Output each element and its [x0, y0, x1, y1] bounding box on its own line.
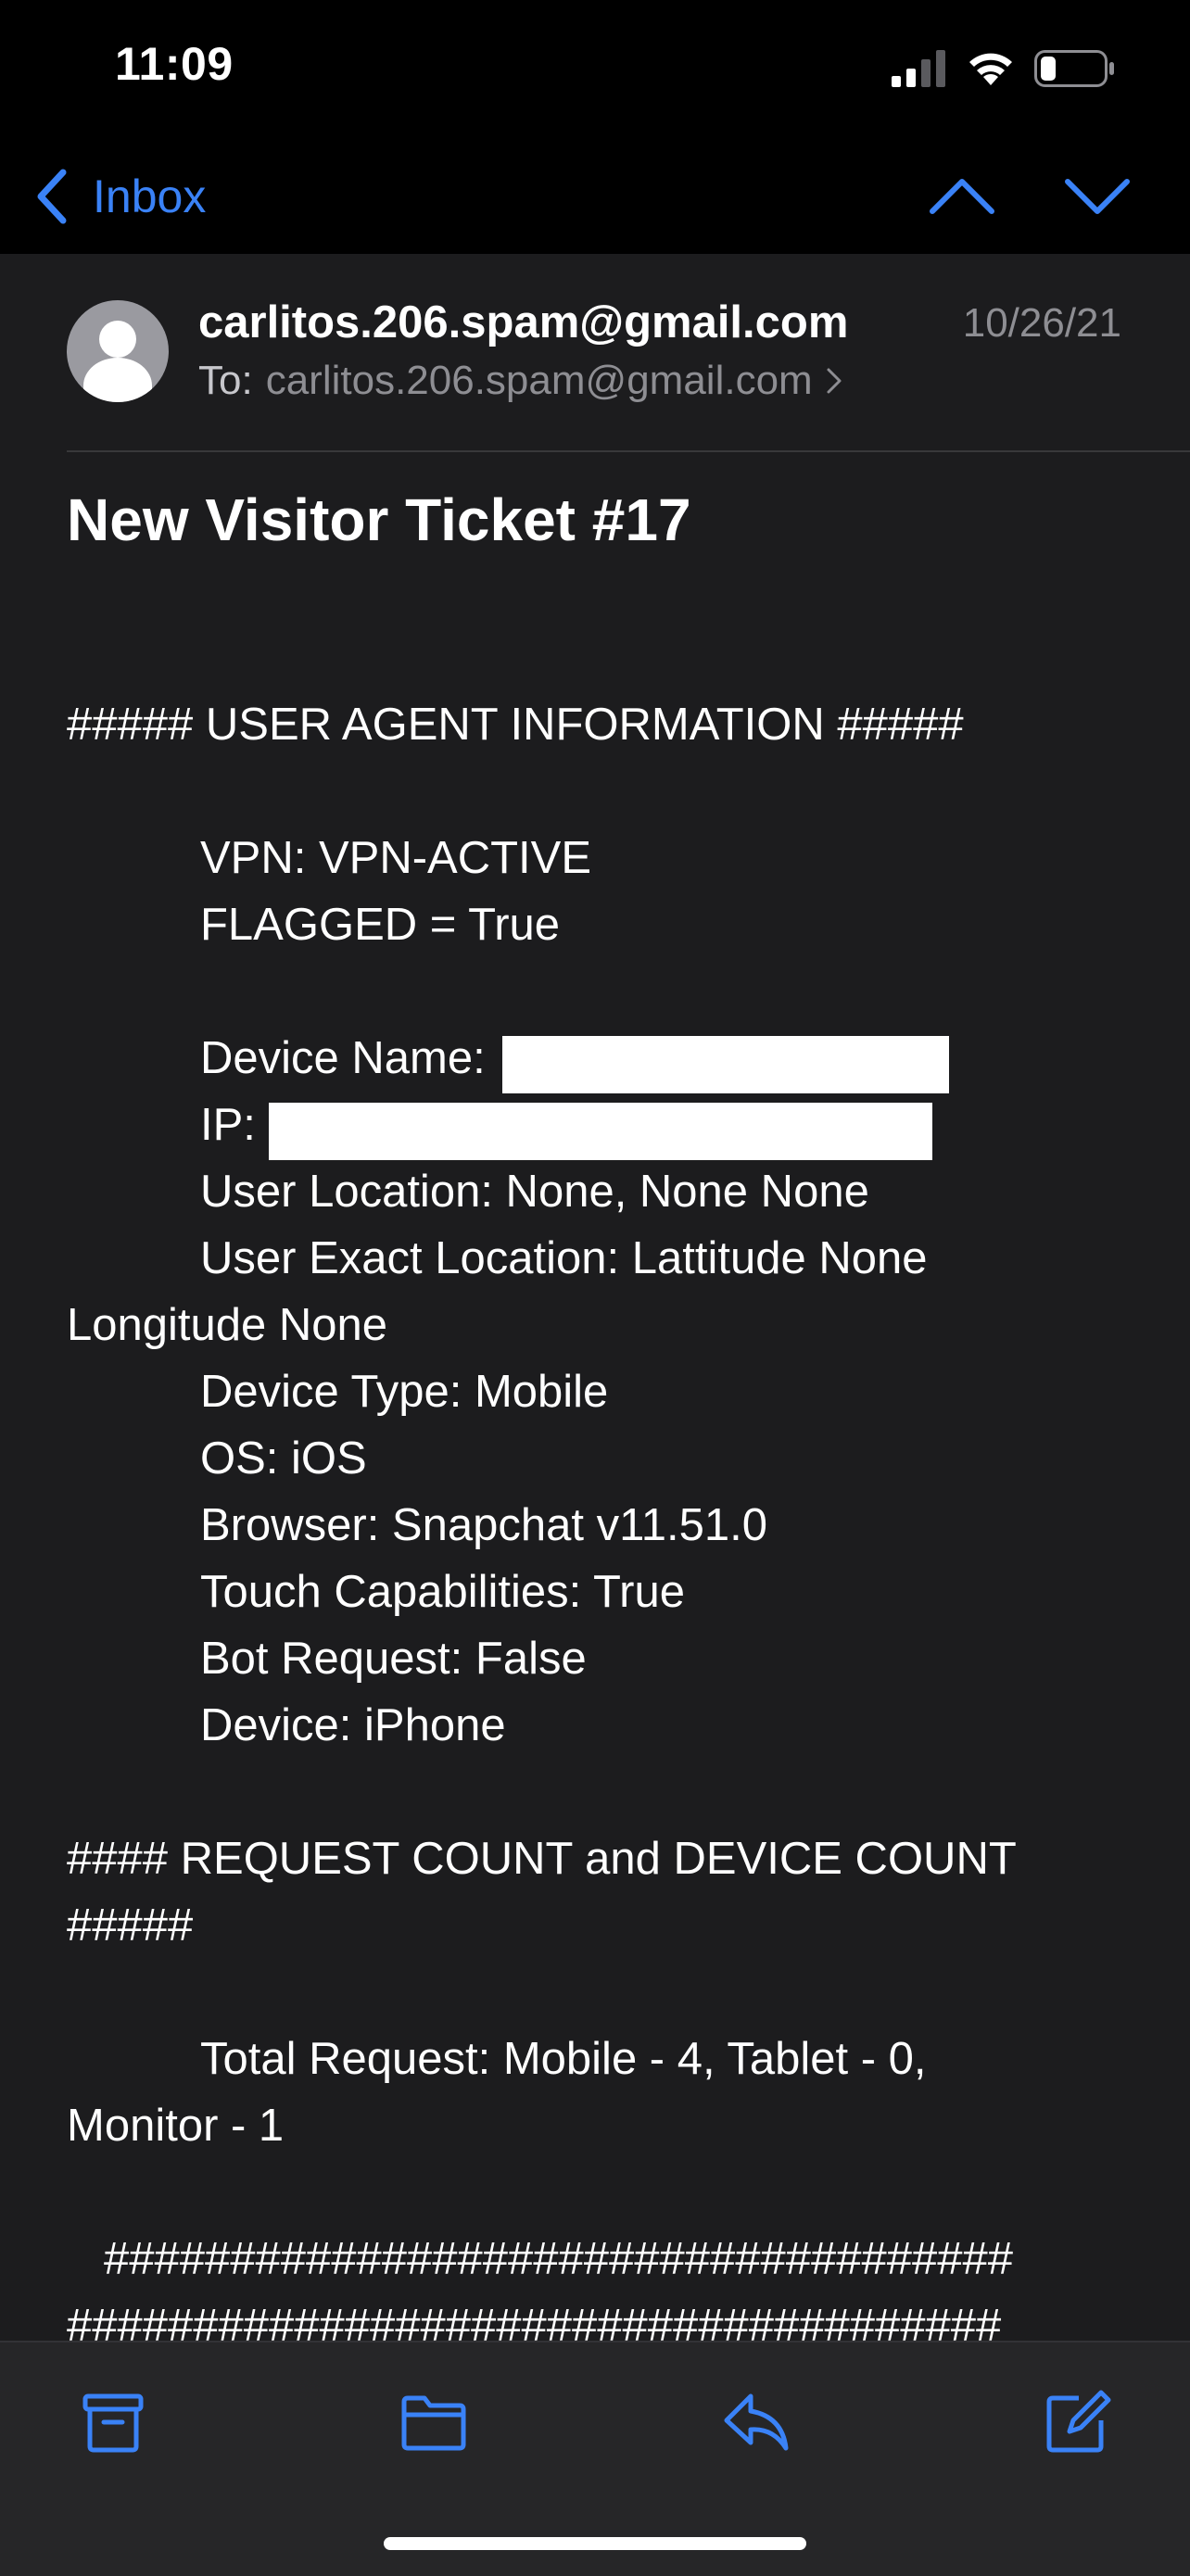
battery-icon: [1034, 50, 1114, 87]
message-subject: New Visitor Ticket #17: [67, 486, 691, 553]
wifi-icon: [969, 53, 1012, 85]
recipients-row[interactable]: To: carlitos.206.spam@gmail.com: [198, 358, 842, 404]
ip-redaction: [269, 1103, 932, 1160]
flagged-line: FLAGGED = True: [200, 900, 561, 950]
exact-location-line: User Exact Location: Lattitude None: [200, 1233, 928, 1283]
archive-icon[interactable]: [78, 2389, 148, 2456]
user-location-line: User Location: None, None None: [200, 1167, 869, 1217]
navigation-bar: Inbox: [0, 133, 1190, 254]
reply-icon[interactable]: [721, 2389, 791, 2456]
recipient-address: carlitos.206.spam@gmail.com: [265, 358, 813, 403]
bot-request-line: Bot Request: False: [200, 1634, 587, 1684]
exact-location-continued: Longitude None: [67, 1300, 388, 1350]
sender-address[interactable]: carlitos.206.spam@gmail.com: [198, 297, 848, 348]
status-icons: [838, 46, 1116, 91]
total-request-line: Total Request: Mobile - 4, Tablet - 0,: [200, 2034, 927, 2084]
status-time: 11:09: [115, 38, 234, 90]
section-heading-request-count: #### REQUEST COUNT and DEVICE COUNT: [67, 1834, 1017, 1884]
device-type-line: Device Type: Mobile: [200, 1367, 609, 1417]
next-message-chevron-down-icon[interactable]: [1062, 169, 1133, 224]
device-name-redaction: [502, 1036, 949, 1093]
browser-line: Browser: Snapchat v11.51.0: [200, 1500, 767, 1550]
header-divider: [67, 450, 1190, 452]
hash-separator-line-1: ####################################: [104, 2234, 1014, 2284]
message-header: carlitos.206.spam@gmail.com 10/26/21 To:…: [0, 254, 1190, 452]
total-request-continued: Monitor - 1: [67, 2101, 285, 2151]
touch-capabilities-line: Touch Capabilities: True: [200, 1567, 685, 1617]
back-label: Inbox: [93, 170, 207, 222]
os-line: OS: iOS: [200, 1433, 367, 1484]
status-bar: 11:09: [0, 0, 1190, 133]
sender-avatar[interactable]: [67, 300, 169, 402]
compose-icon[interactable]: [1042, 2389, 1112, 2456]
to-label: To:: [198, 358, 253, 403]
chevron-left-icon: [37, 169, 67, 224]
cellular-signal-icon: [892, 50, 945, 87]
home-indicator[interactable]: [384, 2537, 806, 2550]
vpn-line: VPN: VPN-ACTIVE: [200, 833, 592, 883]
previous-message-chevron-up-icon[interactable]: [927, 169, 997, 224]
chevron-right-icon: [827, 368, 842, 394]
person-icon: [83, 321, 152, 402]
section-heading-request-count-continued: #####: [67, 1900, 194, 1951]
section-heading-user-agent: ##### USER AGENT INFORMATION #####: [67, 700, 964, 750]
device-line: Device: iPhone: [200, 1700, 506, 1750]
message-date: 10/26/21: [962, 300, 1121, 346]
back-to-inbox-button[interactable]: Inbox: [33, 159, 206, 234]
folder-icon[interactable]: [399, 2389, 469, 2456]
